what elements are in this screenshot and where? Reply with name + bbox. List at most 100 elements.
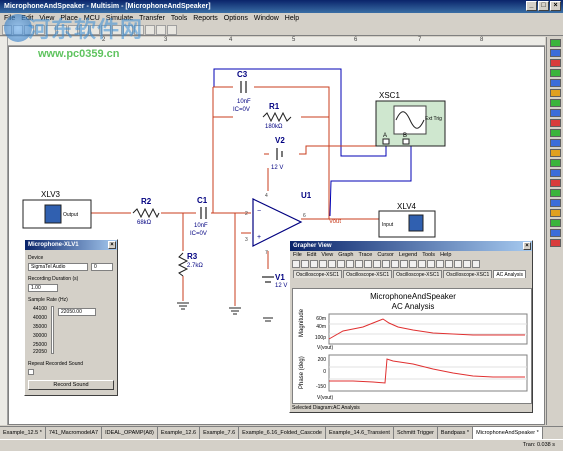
repeat-checkbox[interactable]: [28, 369, 34, 375]
maximize-button[interactable]: □: [538, 1, 549, 11]
grapher-titlebar[interactable]: Grapher View ×: [290, 241, 532, 251]
doc-tab-active[interactable]: MicrophoneAndSpeaker *: [473, 427, 543, 439]
undo-icon[interactable]: [355, 260, 363, 268]
print-icon[interactable]: [346, 260, 354, 268]
grapher-menu-help[interactable]: Help: [440, 251, 451, 260]
marker-icon[interactable]: [400, 260, 408, 268]
agilent-generator-icon[interactable]: [549, 179, 561, 187]
grapher-menu-trace[interactable]: Trace: [358, 251, 372, 260]
frequency-counter-icon[interactable]: [549, 99, 561, 107]
word-generator-icon[interactable]: [549, 109, 561, 117]
rate-option[interactable]: 25000: [33, 342, 47, 348]
close-button[interactable]: ×: [550, 1, 561, 11]
doc-tab[interactable]: Example_12.6: [158, 427, 201, 439]
logic-converter-icon[interactable]: [549, 129, 561, 137]
current-probe-icon[interactable]: [549, 239, 561, 247]
cut-icon[interactable]: [319, 260, 327, 268]
grapher-plot-area[interactable]: MicrophoneAndSpeaker AC Analysis Magnitu…: [292, 288, 532, 404]
stop-icon[interactable]: [167, 25, 177, 35]
battery-v2[interactable]: [276, 148, 283, 160]
grapher-menu-legend[interactable]: Legend: [399, 251, 417, 260]
rate-option[interactable]: 40000: [33, 315, 47, 321]
grapher-menu-file[interactable]: File: [293, 251, 302, 260]
doc-tab[interactable]: Example_12.5 *: [0, 427, 46, 439]
device-select[interactable]: SigmaTel Audio: [28, 263, 88, 271]
device-number-select[interactable]: 0: [91, 263, 113, 271]
resistor-r2[interactable]: [132, 207, 160, 219]
spectrum-analyzer-icon[interactable]: [549, 159, 561, 167]
labview-instrument-icon[interactable]: [549, 229, 561, 237]
microphone-window-titlebar[interactable]: Microphone-XLV1 ×: [25, 240, 117, 250]
capacitor-c1[interactable]: [200, 207, 207, 219]
properties-icon[interactable]: [454, 260, 462, 268]
doc-tab[interactable]: 741_MacromodelA7: [46, 427, 103, 439]
sample-rate-input[interactable]: 22050.00: [58, 308, 96, 316]
doc-tab[interactable]: Bandpass *: [438, 427, 474, 439]
new-icon[interactable]: [292, 260, 300, 268]
tab-oscilloscope[interactable]: Oscilloscope-XSC1: [443, 270, 493, 278]
agilent-multimeter-icon[interactable]: [549, 189, 561, 197]
oscilloscope-input-a[interactable]: [382, 138, 390, 145]
menu-help[interactable]: Help: [285, 13, 299, 24]
pause-icon[interactable]: [156, 25, 166, 35]
function-generator-icon[interactable]: [549, 49, 561, 57]
battery-v1[interactable]: [262, 276, 274, 283]
zoom-in-icon[interactable]: [418, 260, 426, 268]
oscilloscope-icon[interactable]: [549, 69, 561, 77]
doc-tab[interactable]: Schmitt Trigger: [394, 427, 438, 439]
text-icon[interactable]: [472, 260, 480, 268]
legend-icon[interactable]: [373, 260, 381, 268]
grapher-menu-tools[interactable]: Tools: [422, 251, 435, 260]
run-icon[interactable]: [145, 25, 155, 35]
menu-reports[interactable]: Reports: [193, 13, 218, 24]
grapher-menu-view[interactable]: View: [321, 251, 333, 260]
agilent-oscilloscope-icon[interactable]: [549, 199, 561, 207]
grapher-menu-graph[interactable]: Graph: [338, 251, 353, 260]
rate-option[interactable]: 35000: [33, 324, 47, 330]
capacitor-c3[interactable]: [240, 81, 247, 93]
save-icon[interactable]: [310, 260, 318, 268]
bode-plotter-icon[interactable]: [549, 89, 561, 97]
overlay-icon[interactable]: [445, 260, 453, 268]
copy-icon[interactable]: [328, 260, 336, 268]
resistor-r3[interactable]: [177, 252, 189, 277]
reverse-icon[interactable]: [463, 260, 471, 268]
oscilloscope-input-b[interactable]: [402, 138, 410, 145]
four-channel-oscilloscope-icon[interactable]: [549, 79, 561, 87]
wattmeter-icon[interactable]: [549, 59, 561, 67]
record-sound-button[interactable]: Record Sound: [28, 380, 114, 390]
doc-tab[interactable]: Example_6.16_Folded_Cascode: [239, 427, 326, 439]
zoom-out-icon[interactable]: [427, 260, 435, 268]
tab-oscilloscope[interactable]: Oscilloscope-XSC1: [293, 270, 343, 278]
open-icon[interactable]: [301, 260, 309, 268]
network-analyzer-icon[interactable]: [549, 169, 561, 177]
measurement-probe-icon[interactable]: [549, 219, 561, 227]
logic-analyzer-icon[interactable]: [549, 119, 561, 127]
grid-icon[interactable]: [364, 260, 372, 268]
trace-icon[interactable]: [391, 260, 399, 268]
menu-window[interactable]: Window: [254, 13, 279, 24]
menu-tools[interactable]: Tools: [171, 13, 187, 24]
tab-ac-analysis[interactable]: AC Analysis: [493, 270, 526, 278]
sample-rate-slider[interactable]: [51, 306, 54, 354]
close-icon[interactable]: ×: [523, 242, 531, 250]
tektronix-oscilloscope-icon[interactable]: [549, 209, 561, 217]
rate-option[interactable]: 30000: [33, 333, 47, 339]
distortion-analyzer-icon[interactable]: [549, 149, 561, 157]
tab-oscilloscope[interactable]: Oscilloscope-XSC1: [393, 270, 443, 278]
grapher-menu-cursor[interactable]: Cursor: [377, 251, 394, 260]
rate-option[interactable]: 44100: [33, 306, 47, 312]
doc-tab[interactable]: Example_7.6: [200, 427, 240, 439]
paste-icon[interactable]: [337, 260, 345, 268]
minimize-button[interactable]: _: [526, 1, 537, 11]
cursor-icon[interactable]: [382, 260, 390, 268]
multimeter-icon[interactable]: [549, 39, 561, 47]
iv-analyzer-icon[interactable]: [549, 139, 561, 147]
rate-option[interactable]: 22050: [33, 349, 47, 355]
close-icon[interactable]: ×: [108, 241, 116, 249]
doc-tab[interactable]: IDEAL_OPAMP(A8): [102, 427, 158, 439]
zoom-icon[interactable]: [409, 260, 417, 268]
menu-options[interactable]: Options: [224, 13, 248, 24]
resistor-r1[interactable]: [262, 111, 292, 123]
grapher-menu-edit[interactable]: Edit: [307, 251, 316, 260]
